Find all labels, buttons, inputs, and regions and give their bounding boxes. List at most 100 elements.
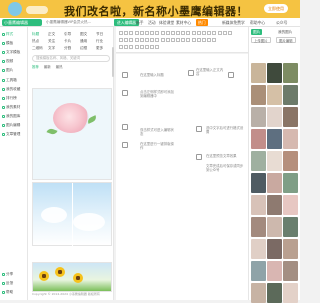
image-thumbnail[interactable]	[283, 217, 298, 237]
category-guide[interactable]: 引导	[64, 32, 71, 37]
category-follow[interactable]: 关注	[48, 39, 55, 44]
image-thumbnail[interactable]	[283, 283, 298, 303]
ordered-list-icon[interactable]	[155, 38, 160, 42]
subtab-latest[interactable]: 最新	[44, 65, 51, 69]
sidebar-item-articles[interactable]: 文章管理	[2, 130, 27, 138]
line-height-icon[interactable]	[139, 38, 144, 42]
horizontal-rule-icon[interactable]	[196, 38, 201, 42]
image-edit-button[interactable]: 图片编辑	[276, 37, 296, 43]
bold-icon[interactable]	[150, 31, 155, 35]
subtab-hottest[interactable]: 最热	[56, 65, 63, 69]
image-thumbnail[interactable]	[267, 107, 282, 127]
app-logo[interactable]: 小墨鹰编辑器	[2, 19, 42, 26]
font-size-icon[interactable]	[139, 31, 144, 35]
strike-icon[interactable]	[176, 31, 181, 35]
preview-icon[interactable]	[207, 38, 212, 42]
image-thumbnail[interactable]	[283, 239, 298, 259]
tab-free-learning[interactable]: 新媒体免费学	[222, 19, 245, 26]
image-thumbnail[interactable]	[283, 195, 298, 215]
border-icon[interactable]	[176, 38, 181, 42]
tab-help-center[interactable]: 帮助中心	[250, 19, 265, 26]
sidebar-item-images[interactable]: 图片	[2, 66, 27, 74]
text-color-icon[interactable]	[165, 31, 170, 35]
import-icon[interactable]	[139, 45, 144, 49]
italic-icon[interactable]	[155, 31, 160, 35]
image-thumbnail[interactable]	[283, 107, 298, 127]
promo-banner[interactable]: 我们改名啦，新名称小墨鹰编辑器！ 立即使用	[0, 0, 300, 18]
category-image-text[interactable]: 图文	[80, 32, 87, 37]
tab-activity[interactable]: 活动	[148, 19, 156, 26]
image-thumbnail[interactable]	[267, 151, 282, 171]
video-insert-icon[interactable]	[212, 31, 217, 35]
align-center-icon[interactable]	[124, 38, 129, 42]
template-card-sunflower[interactable]	[32, 262, 112, 292]
image-thumbnail[interactable]	[267, 261, 282, 281]
tab-material-center[interactable]: 素材中心	[176, 19, 191, 26]
category-hot[interactable]: 热点	[32, 39, 39, 44]
undo-icon[interactable]	[119, 31, 123, 35]
emoji-icon[interactable]	[191, 31, 196, 35]
right-tab-images[interactable]: 图片	[251, 29, 263, 35]
image-thumbnail[interactable]	[251, 151, 266, 171]
background-color-icon[interactable]	[170, 31, 175, 35]
notice-text[interactable]: 小墨鹰编辑器VIP会员火热...	[46, 19, 110, 26]
wechat-sync-icon[interactable]	[119, 45, 123, 49]
category-festival[interactable]: 节日	[96, 32, 103, 37]
image-thumbnail[interactable]	[267, 239, 282, 259]
image-thumbnail[interactable]	[267, 63, 282, 83]
subscript-icon[interactable]	[186, 31, 191, 35]
sidebar-item-favorites[interactable]: 我的收藏	[2, 85, 27, 93]
category-industry[interactable]: 行业	[96, 39, 103, 44]
sidebar-item-feedback[interactable]: 反馈	[2, 279, 27, 287]
more-icon[interactable]	[227, 31, 232, 35]
right-tab-my-images[interactable]: 我的图片	[276, 29, 294, 35]
image-thumbnail[interactable]	[267, 129, 282, 149]
category-border[interactable]: 边框	[80, 46, 87, 51]
image-thumbnail[interactable]	[251, 283, 266, 303]
mobile-preview-icon[interactable]	[150, 45, 155, 49]
category-qrcode[interactable]: 二维码	[32, 46, 43, 51]
image-thumbnail[interactable]	[283, 63, 298, 83]
sidebar-item-text-templates[interactable]: 文字模板	[2, 48, 27, 56]
tab-class[interactable]: 体验课堂	[159, 19, 174, 26]
shadow-icon[interactable]	[181, 38, 186, 42]
letter-spacing-icon[interactable]	[165, 38, 170, 42]
sidebar-item-ranking[interactable]: 排行榜	[2, 94, 27, 102]
redo-icon[interactable]	[124, 31, 129, 35]
sidebar-item-templates[interactable]: 模板	[2, 39, 27, 47]
image-thumbnail[interactable]	[251, 173, 266, 193]
editor-canvas[interactable]: 在这里输入标题 在这里输入正文内容 点击左侧样式即可添加到编辑器中 双击样式可进…	[116, 54, 248, 300]
table-icon[interactable]	[202, 31, 206, 35]
image-thumbnail[interactable]	[267, 217, 282, 237]
quote-icon[interactable]	[191, 38, 196, 42]
sidebar-item-my-materials[interactable]: 我的素材	[2, 103, 27, 111]
sidebar-item-image-edit[interactable]: 图片编辑	[2, 121, 27, 129]
sidebar-item-help[interactable]: 帮助	[2, 288, 27, 296]
clear-icon[interactable]	[134, 45, 139, 49]
link-icon[interactable]	[222, 31, 227, 35]
category-divider[interactable]: 分割	[64, 46, 71, 51]
image-thumbnail[interactable]	[283, 151, 298, 171]
image-thumbnail[interactable]	[267, 283, 282, 303]
save-icon[interactable]	[124, 45, 129, 49]
image-thumbnail[interactable]	[251, 261, 266, 281]
font-family-icon[interactable]	[144, 31, 149, 35]
category-general[interactable]: 通用	[80, 39, 87, 44]
sidebar-item-styles[interactable]: 样式	[2, 30, 27, 38]
panel-scrollbar[interactable]	[112, 47, 114, 77]
image-thumbnail[interactable]	[251, 63, 266, 83]
image-thumbnail[interactable]	[267, 85, 282, 105]
music-icon[interactable]	[217, 31, 222, 35]
image-insert-icon[interactable]	[207, 31, 212, 35]
sidebar-item-my-gallery[interactable]: 我的图库	[2, 112, 27, 120]
underline-icon[interactable]	[160, 31, 165, 35]
image-thumbnail[interactable]	[283, 261, 298, 281]
image-thumbnail[interactable]	[251, 195, 266, 215]
format-painter-icon[interactable]	[129, 31, 134, 35]
category-more[interactable]: 更多	[96, 46, 103, 51]
image-thumbnail[interactable]	[251, 239, 266, 259]
image-thumbnail[interactable]	[267, 195, 282, 215]
copy-icon[interactable]	[129, 45, 134, 49]
upload-image-button[interactable]: 上传图片	[251, 37, 271, 43]
export-icon[interactable]	[144, 45, 149, 49]
